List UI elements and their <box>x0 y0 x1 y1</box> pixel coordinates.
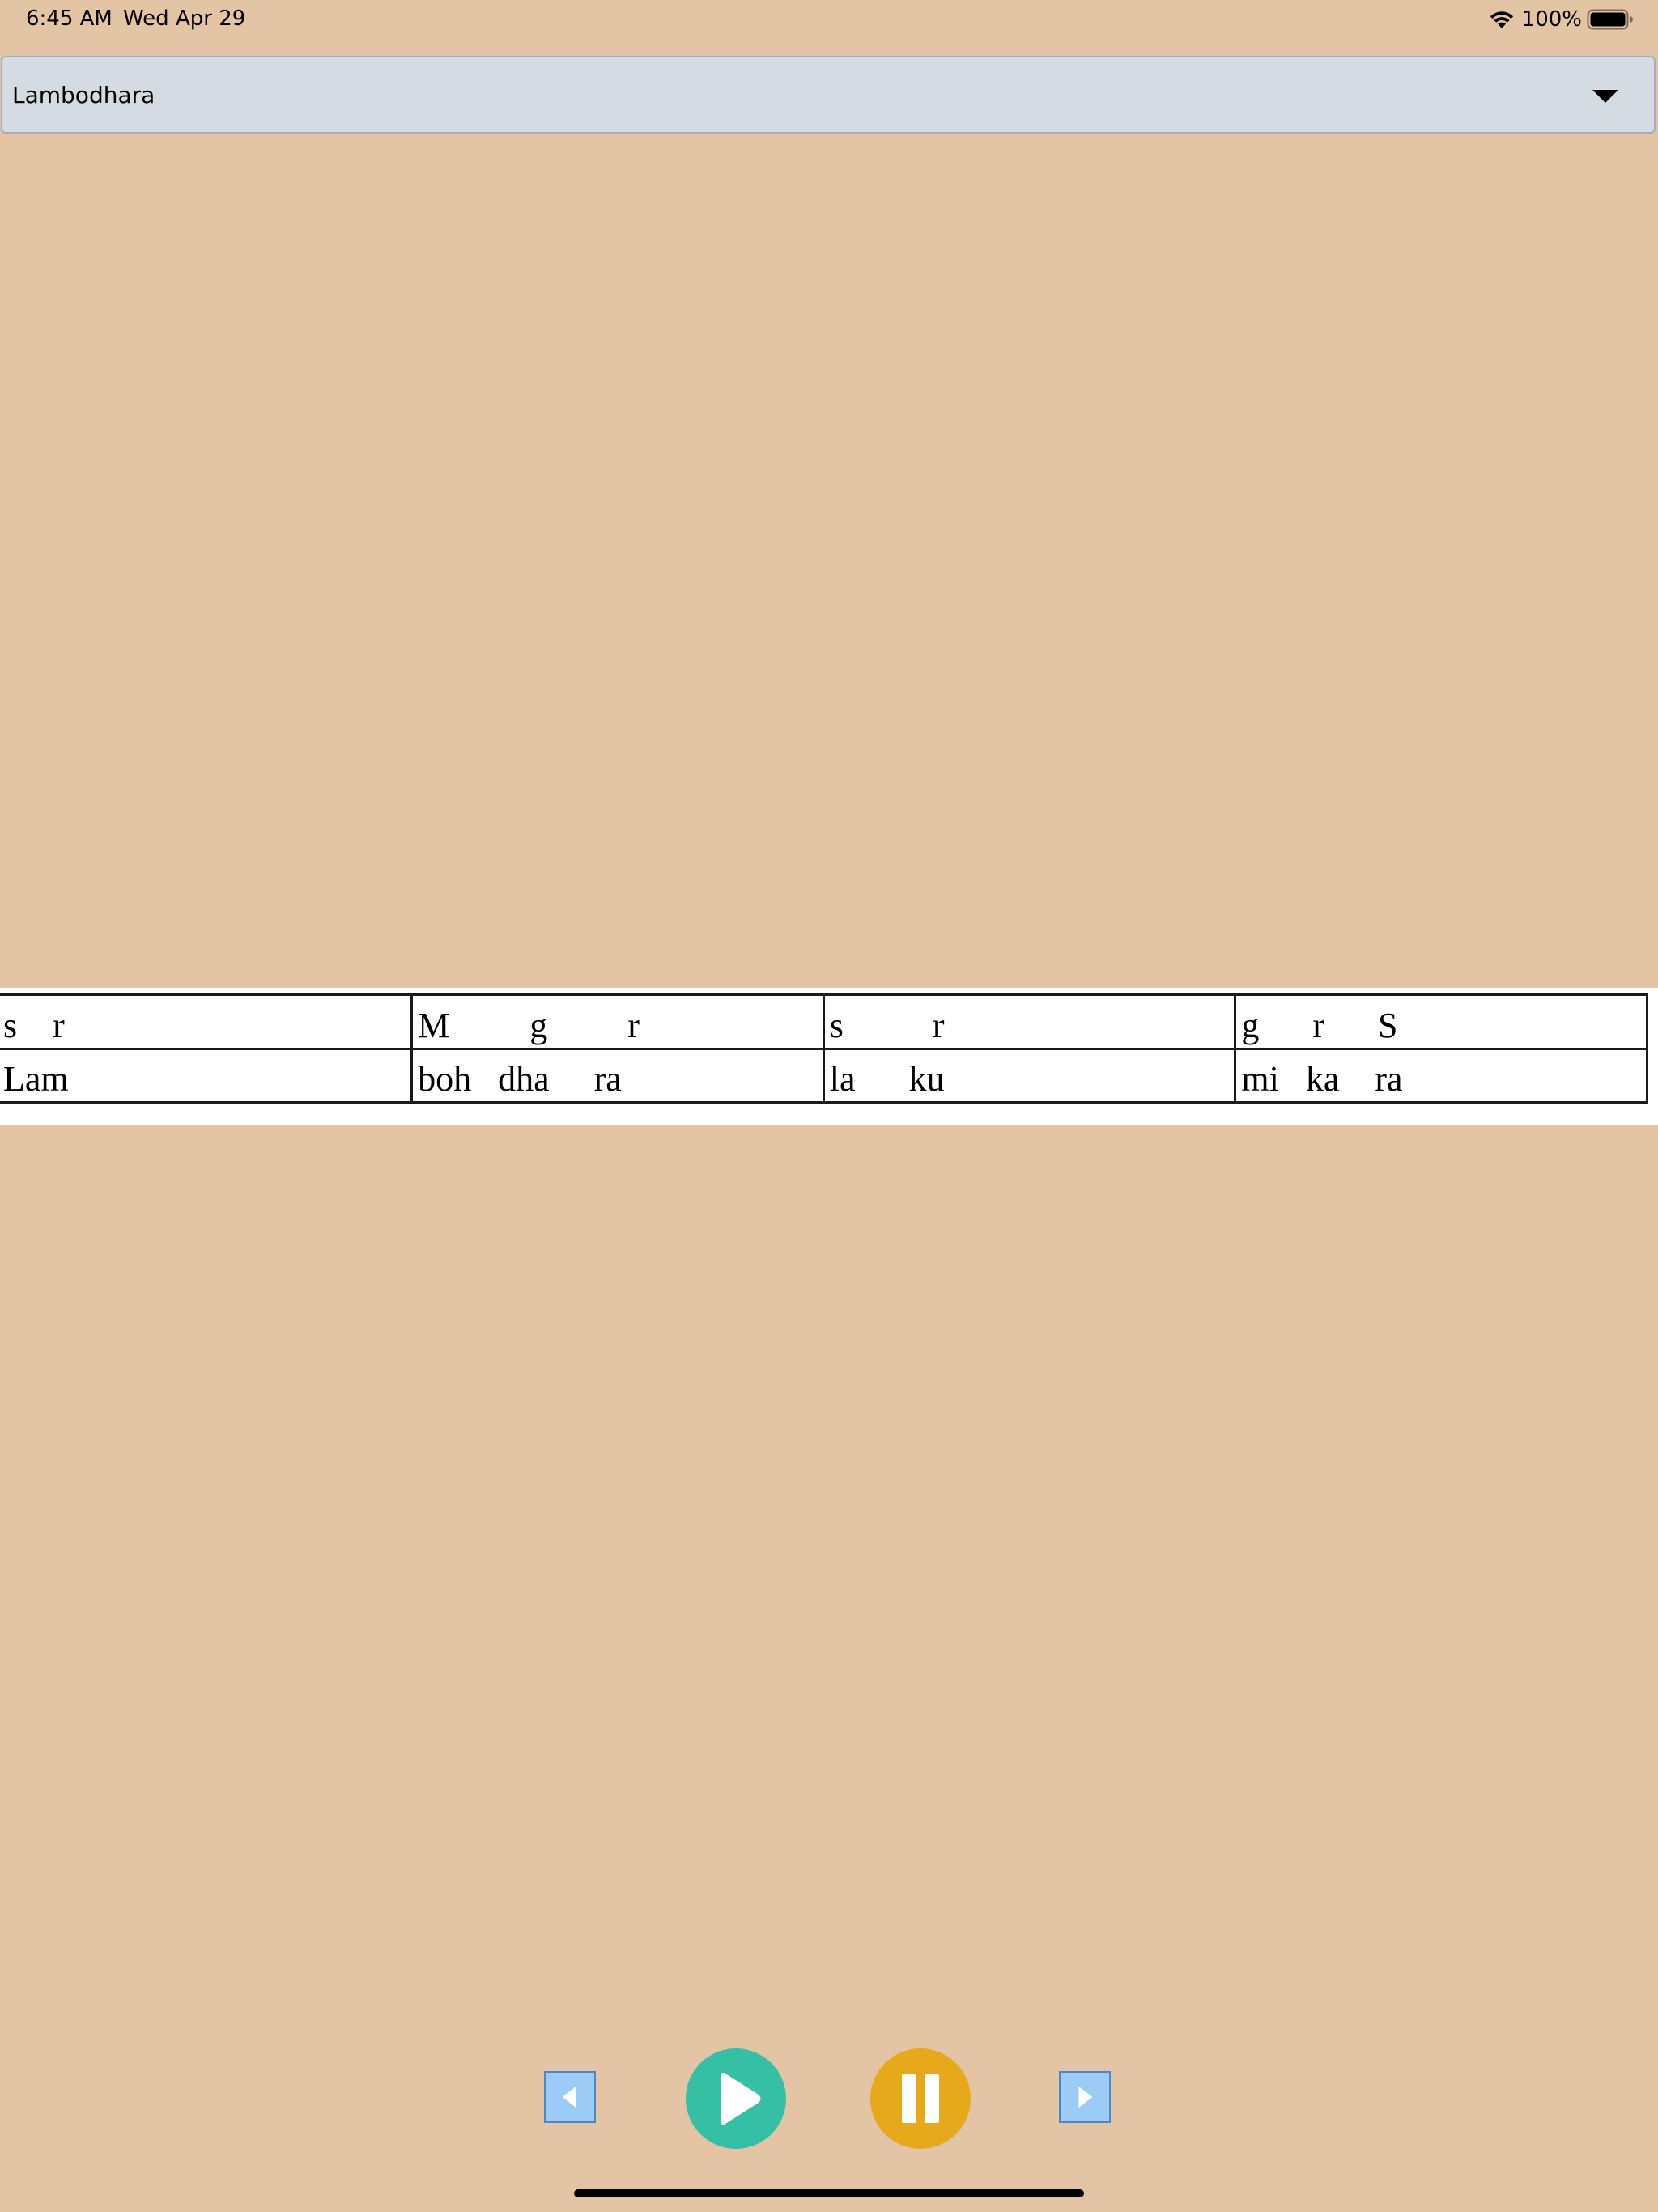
chevron-down-icon[interactable] <box>1592 90 1618 103</box>
notation-table: s r M g r s r g r S Lam boh dha ra la ku… <box>0 993 1648 1104</box>
lyric-cell: mi ka ra <box>1234 1047 1648 1104</box>
lyric-cell: boh dha ra <box>410 1047 825 1104</box>
status-bar: 6:45 AM Wed Apr 29 100% <box>0 0 1658 39</box>
swara-cell: M g r <box>410 993 825 1050</box>
previous-icon <box>562 2086 576 2108</box>
next-button[interactable] <box>1059 2071 1111 2123</box>
status-time: 6:45 AM <box>26 6 113 31</box>
battery-icon <box>1587 9 1633 30</box>
wifi-icon <box>1490 11 1513 28</box>
dropdown-selected-value: Lambodhara <box>12 82 155 108</box>
raga-select-dropdown[interactable]: Lambodhara <box>1 56 1656 134</box>
status-indicators: 100% <box>1488 5 1634 34</box>
pause-icon <box>902 2074 939 2123</box>
play-button[interactable] <box>686 2048 786 2149</box>
lyric-cell: la ku <box>822 1047 1237 1104</box>
swara-cell: s r <box>822 993 1237 1050</box>
status-date: Wed Apr 29 <box>123 6 246 31</box>
notation-strip: s r M g r s r g r S Lam boh dha ra la ku… <box>0 988 1658 1125</box>
playback-controls <box>0 2040 1658 2154</box>
swara-cell: g r S <box>1234 993 1648 1050</box>
battery-percent: 100% <box>1521 7 1582 32</box>
play-icon <box>721 2072 761 2125</box>
home-indicator[interactable] <box>574 2189 1084 2197</box>
previous-button[interactable] <box>544 2071 596 2123</box>
swara-row: s r M g r s r g r S <box>0 993 1648 1050</box>
next-icon <box>1078 2086 1093 2108</box>
lyric-cell: Lam <box>0 1047 414 1104</box>
pause-button[interactable] <box>870 2048 971 2149</box>
swara-cell: s r <box>0 993 414 1050</box>
lyric-row: Lam boh dha ra la ku mi ka ra <box>0 1047 1648 1104</box>
